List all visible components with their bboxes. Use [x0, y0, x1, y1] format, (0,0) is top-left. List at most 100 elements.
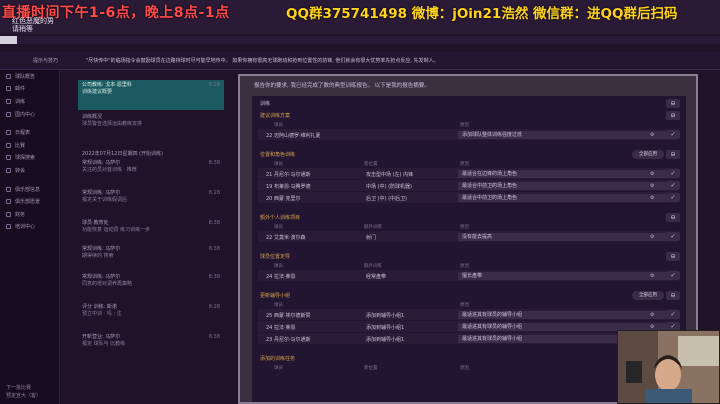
column-header: 球员: [274, 123, 283, 128]
stream-sub-line2: 请稍等: [12, 25, 33, 33]
recommendation: 添加到辅导小组1: [366, 337, 405, 343]
accept-button[interactable]: ✓: [666, 271, 680, 280]
club-report-icon: [6, 73, 11, 79]
sidebar-item-label: 俱乐部信息: [15, 186, 41, 193]
sidebar-item-finances[interactable]: 财务: [0, 208, 59, 221]
collapse-icon[interactable]: ⊖: [666, 213, 680, 222]
inbox-message[interactable]: 训练概况 球员警告选择运由教练安排: [82, 114, 220, 128]
message-subject: 关注的员对首训练 · 推荐: [82, 167, 137, 173]
apply-all-button[interactable]: 全部应用: [632, 291, 664, 300]
reason-field: 最适合中前卫的场上角色: [458, 193, 670, 202]
sidebar-item-coaching[interactable]: 国内中心: [0, 108, 59, 121]
sidebar-item-label: 比赛: [15, 142, 26, 149]
inbox-message[interactable]: 评分 训练: 斯诺 预立中训 · 吗 : 注 8:28: [82, 304, 220, 318]
message-time: 8:38: [208, 334, 220, 340]
player-name[interactable]: 24 拉法·莱恩: [266, 324, 296, 331]
player-name[interactable]: 24 拉法·莱恩: [266, 273, 296, 280]
inbox-message[interactable]: 常规训练: 马萨尔 期得续的 搜索 8:38: [82, 246, 220, 260]
gear-icon[interactable]: ⚙: [650, 183, 654, 189]
gear-icon[interactable]: ⚙: [650, 312, 654, 318]
accept-button[interactable]: ✓: [666, 310, 680, 319]
column-header: 球员: [274, 162, 283, 167]
accept-button[interactable]: ✓: [666, 181, 680, 190]
accept-button[interactable]: ✓: [666, 232, 680, 241]
sidebar-item-squad[interactable]: 训练: [0, 95, 59, 108]
app-root: 直播时间下午1-6点，晚上8点-1点 QQ群375741498 微博：jOin2…: [0, 0, 720, 404]
sidebar-item-club-report[interactable]: 球队概告: [0, 70, 59, 83]
player-name[interactable]: 25 西蒙·埃尔德斯赞: [266, 312, 311, 319]
inbox-message[interactable]: 常规训练: 马萨尔 同意的增对调养再策略 8:38: [82, 274, 220, 288]
gear-icon[interactable]: ⚙: [650, 171, 654, 177]
column-header: 球员: [274, 366, 283, 371]
recommendation: 添加到辅导小组1: [366, 325, 405, 331]
sidebar-item-schedule[interactable]: 日程表: [0, 126, 59, 139]
report-row: 22 迈阿山德罗·维利扎夏 添加球队整体训练强度过低 ⚙ ✓: [258, 129, 680, 140]
recommendation: 添加到辅导小组1: [366, 313, 405, 319]
column-header: 球员: [274, 303, 283, 308]
sidebar-item-competition[interactable]: 比赛: [0, 139, 59, 152]
message-title: 评分 训练: 斯诺: [82, 304, 117, 310]
apply-all-button[interactable]: 全部应用: [632, 150, 664, 159]
section-title: 建议训练方案: [260, 113, 291, 119]
message-time: 8:28: [208, 190, 220, 196]
column-header: 球员: [274, 264, 283, 269]
accept-button[interactable]: ✓: [666, 130, 680, 139]
column-header: 原因: [460, 303, 469, 308]
inbox-message[interactable]: 开新营业: 马萨尔 报定 球队与 比教练 8:38: [82, 334, 220, 348]
inbox-icon: [6, 86, 11, 92]
sidebar-item-label: 球探搜索: [15, 155, 36, 162]
player-name[interactable]: 22 迈阿山德罗·维利扎夏: [266, 132, 321, 139]
next-match-opponent: 预定宣大（客）: [6, 393, 42, 399]
sidebar-item-inbox[interactable]: 邮件: [0, 83, 59, 96]
inbox-message[interactable]: 常规训练: 马萨尔 报定关于训练假调后 8:28: [82, 190, 220, 204]
player-name[interactable]: 22 艾莫米·波尔森: [266, 234, 306, 241]
reason-field: 没有能去提高: [458, 232, 670, 241]
scouting-icon: [6, 155, 11, 161]
webcam-overlay: [617, 330, 720, 404]
message-subject: 预立中训 · 吗 : 注: [82, 311, 122, 317]
accept-button[interactable]: ✓: [666, 193, 680, 202]
player-name[interactable]: 21 丹尼尔·马尔通斯: [266, 171, 311, 178]
inbox-list: 公司教练: 戈本·恩里科 训练建议概要 8:28 训练概况 球员警告选择运由教练安排 20…: [74, 80, 224, 404]
sidebar-item-club-vision[interactable]: 俱乐部愿景: [0, 195, 59, 208]
inbox-message[interactable]: 常规训练: 马萨尔 关注的员对首训练 · 推荐 8:38: [82, 160, 220, 174]
sidebar-item-label: 国内中心: [15, 111, 36, 118]
player-name[interactable]: 19 布莱恩·马腾罗德: [266, 183, 311, 190]
competition-icon: [6, 142, 11, 148]
player-name[interactable]: 20 西蒙·克里尔: [266, 195, 301, 202]
column-header: 原因: [460, 366, 469, 371]
column-header: 额外训练: [364, 264, 382, 269]
message-title: 训练概况: [82, 114, 103, 120]
report-row: 24 拉法·莱恩 经常盘带 擅长盘带 ⚙ ✓: [258, 270, 680, 281]
message-subject: 球员警告选择运由教练安排: [82, 121, 143, 127]
collapse-icon[interactable]: ⊖: [666, 150, 680, 159]
collapse-icon[interactable]: ⊖: [666, 291, 680, 300]
player-name[interactable]: 23 丹尼尔·马尔通斯: [266, 336, 311, 343]
message-title: 常规训练: 马萨尔: [82, 160, 121, 166]
next-match-info[interactable]: 下一批比赛 预定宣大（客）: [6, 384, 41, 400]
gear-icon[interactable]: ⚙: [650, 132, 654, 138]
tips-label: 提示与技巧: [33, 58, 59, 64]
collapse-icon[interactable]: ⊖: [666, 99, 680, 108]
inbox-message[interactable]: 公司教练: 戈本·恩里科 训练建议概要 8:28: [82, 82, 220, 96]
sidebar-item-scouting[interactable]: 球探搜索: [0, 152, 59, 165]
gear-icon[interactable]: ⚙: [650, 273, 654, 279]
column-header: 球员: [274, 225, 283, 230]
collapse-icon[interactable]: ⊖: [666, 252, 680, 261]
sidebar-item-dev-centre[interactable]: 培训中心: [0, 221, 59, 234]
stream-contact-text: QQ群375741498 微博：jOin21浩然 微信群：进QQ群后扫码: [286, 6, 678, 22]
inbox-message[interactable]: 球员·教育处 功能恢复 运动员 练习训练一步 8:38: [82, 220, 220, 234]
sidebar-item-transfers[interactable]: 转会: [0, 164, 59, 177]
dev-centre-icon: [6, 224, 11, 230]
message-time: 8:28: [208, 82, 220, 88]
coaching-icon: [6, 111, 11, 117]
gear-icon[interactable]: ⚙: [650, 195, 654, 201]
recommendation: 射门: [366, 235, 377, 241]
message-time: 8:38: [208, 274, 220, 280]
collapse-icon[interactable]: ⊖: [666, 111, 680, 120]
webcam-image: [618, 331, 719, 403]
sidebar-item-club-info[interactable]: 俱乐部信息: [0, 183, 59, 196]
column-header: 新位置: [364, 366, 378, 371]
accept-button[interactable]: ✓: [666, 169, 680, 178]
gear-icon[interactable]: ⚙: [650, 234, 654, 240]
